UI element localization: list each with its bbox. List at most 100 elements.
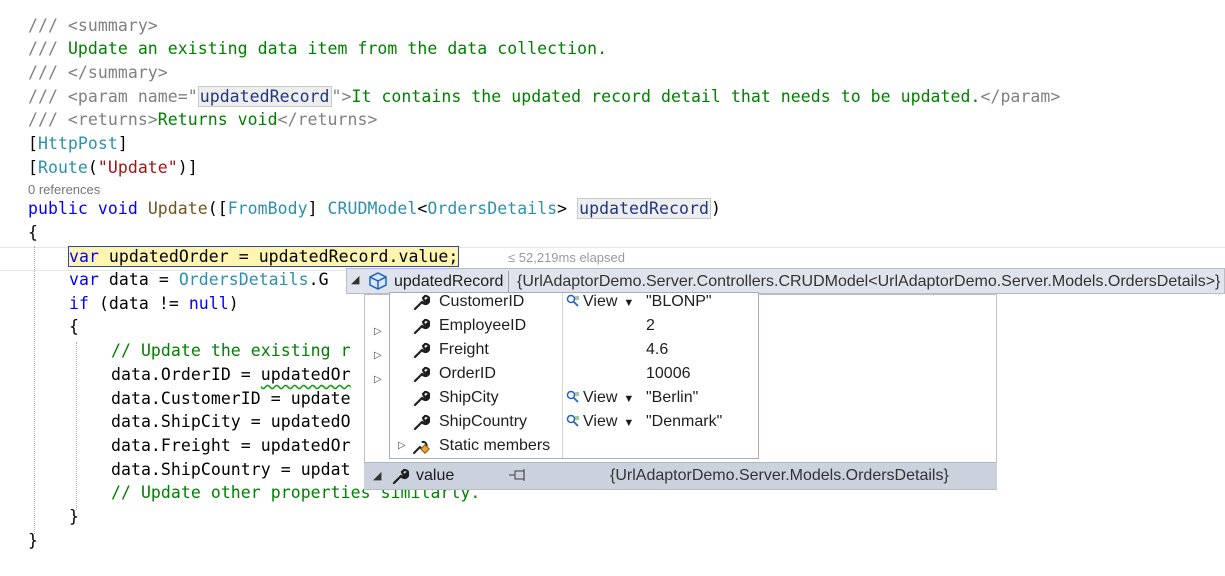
property-name: ShipCountry [439, 413, 528, 430]
code-line-1: /// <summary> [28, 15, 158, 37]
view-dropdown[interactable]: View ▼ [566, 410, 634, 435]
doc-comment-text: Update an existing data item from the da… [67, 39, 608, 58]
type-name[interactable]: CRUDModel [328, 199, 418, 218]
property-name: CustomerID [439, 293, 525, 310]
code-line-8: public void Update([FromBody] CRUDModel<… [28, 198, 721, 220]
warning-squiggle[interactable]: updatedOr [261, 365, 351, 384]
wrench-icon [413, 390, 430, 407]
code-line-22: } [28, 531, 38, 550]
xml-doc-tag: /// <summary> [28, 16, 158, 35]
attribute-name[interactable]: FromBody [228, 199, 308, 218]
property-row[interactable]: ShipCity View ▼ "Berlin" [390, 386, 758, 410]
xml-doc-tag: "> [331, 87, 352, 106]
statement-text: .G [308, 270, 329, 289]
doc-comment-text: It contains the updated record detail th… [351, 87, 981, 106]
xml-doc-tag: /// <param name=" [28, 87, 198, 106]
collapse-arrow-icon[interactable]: ◢ [373, 469, 381, 482]
string-literal: "Update" [97, 158, 178, 177]
bracket: [ [28, 134, 38, 153]
bracket: )] [177, 158, 198, 177]
property-row[interactable]: CustomerID View ▼ "BLONP" [390, 290, 758, 314]
collapse-arrow-icon[interactable]: ◢ [351, 273, 359, 286]
static-members-row[interactable]: ▷ Static members [390, 434, 758, 458]
punctuation: ([ [207, 199, 228, 218]
expand-arrow-icon[interactable]: ▷ [374, 374, 382, 385]
punctuation: < [417, 199, 428, 218]
code-line-12: if (data != null) [69, 293, 239, 315]
property-row[interactable]: OrderID 10006 [390, 362, 758, 386]
code-line-11: var data = OrdersDetails.G [69, 269, 329, 291]
code-line-6: [HttpPost] [28, 133, 128, 155]
punctuation: ) [710, 199, 721, 218]
property-value[interactable]: {UrlAdaptorDemo.Server.Models.OrdersDeta… [610, 466, 949, 486]
object-icon [369, 272, 387, 290]
code-line-19: data.ShipCountry = updat [111, 460, 351, 479]
keyword: if [69, 294, 89, 313]
view-label: View [583, 413, 618, 430]
xml-doc-tag: </returns> [277, 110, 378, 129]
method-name[interactable]: Update [148, 199, 208, 218]
static-members-icon [413, 440, 430, 454]
attribute-name[interactable]: HttpPost [38, 134, 118, 153]
property-row[interactable]: EmployeeID 2 [390, 314, 758, 338]
indent-guide [34, 246, 35, 534]
property-value[interactable]: 10006 [646, 362, 691, 386]
current-statement[interactable]: var updatedOrder = updatedRecord.value; [67, 246, 460, 267]
keyword: public [28, 199, 88, 218]
datatip-variable-value[interactable]: {UrlAdaptorDemo.Server.Controllers.CRUDM… [517, 272, 1220, 292]
property-value[interactable]: "Denmark" [646, 410, 722, 434]
codelens-references[interactable]: 0 references [28, 182, 100, 197]
property-name: Freight [439, 341, 489, 358]
expand-arrow-icon[interactable]: ▷ [374, 350, 382, 361]
view-label: View [583, 389, 618, 406]
doc-comment-text: Returns void [157, 110, 278, 129]
xml-doc-tag: /// </summary> [28, 63, 168, 82]
code-line-3: /// </summary> [28, 62, 168, 84]
code-line-16: data.CustomerID = update [111, 389, 351, 408]
view-label: View [583, 293, 618, 310]
punctuation: > [557, 199, 578, 218]
property-name: value [416, 467, 455, 484]
datatip-child-list: CustomerID View ▼ "BLONP" EmployeeID 2 Fr… [389, 292, 759, 459]
bracket: [ [28, 158, 38, 177]
code-line-10: var updatedOrder = updatedRecord.value; [67, 246, 460, 268]
statement-text: updatedOrder = updatedRecord.value; [98, 247, 459, 266]
type-name[interactable]: OrdersDetails [179, 270, 309, 289]
pin-icon[interactable] [508, 468, 528, 482]
property-value[interactable]: "Berlin" [646, 386, 698, 410]
code-line-5: /// <returns>Returns void</returns> [28, 109, 377, 131]
punctuation: ] [307, 199, 328, 218]
property-row[interactable]: Freight 4.6 [390, 338, 758, 362]
keyword: var [69, 247, 99, 266]
type-name[interactable]: OrdersDetails [427, 199, 557, 218]
property-value[interactable]: "BLONP" [646, 290, 712, 314]
code-line-7: [Route("Update")] [28, 157, 198, 179]
datatip-variable-name[interactable]: updatedRecord [394, 272, 503, 292]
expand-arrow-icon[interactable]: ▷ [374, 326, 382, 337]
perf-tip-elapsed[interactable]: ≤ 52,219ms elapsed [508, 250, 625, 265]
expand-arrow-icon[interactable]: ▷ [398, 434, 406, 458]
view-dropdown[interactable]: View ▼ [566, 386, 634, 411]
keyword: null [188, 294, 229, 313]
view-dropdown[interactable]: View ▼ [566, 290, 634, 315]
chevron-down-icon: ▼ [623, 297, 635, 309]
code-line-4: /// <param name=" updatedRecord ">It conta… [28, 86, 1060, 108]
code-line-13: { [69, 317, 79, 336]
param-reference[interactable]: updatedRecord [197, 86, 332, 107]
parameter-name[interactable]: updatedRecord [577, 198, 711, 219]
wrench-icon [392, 468, 409, 485]
visualizer-icon [566, 414, 579, 427]
property-value[interactable]: 4.6 [646, 338, 668, 362]
attribute-name[interactable]: Route [38, 158, 88, 177]
datatip-value-row[interactable]: ◢ value {UrlAdaptorDemo.Server.Models.Or… [364, 462, 997, 489]
statement-text: data = [98, 270, 179, 289]
code-line-14: // Update the existing r [111, 341, 351, 360]
code-line-18: data.Freight = updatedOr [111, 436, 351, 455]
property-value[interactable]: 2 [646, 314, 655, 338]
property-name: ShipCity [439, 389, 499, 406]
property-row[interactable]: ShipCountry View ▼ "Denmark" [390, 410, 758, 434]
statement-text: (data != [88, 294, 189, 313]
property-name: Static members [439, 437, 551, 454]
statement-text: ) [228, 294, 239, 313]
property-name: EmployeeID [439, 317, 527, 334]
